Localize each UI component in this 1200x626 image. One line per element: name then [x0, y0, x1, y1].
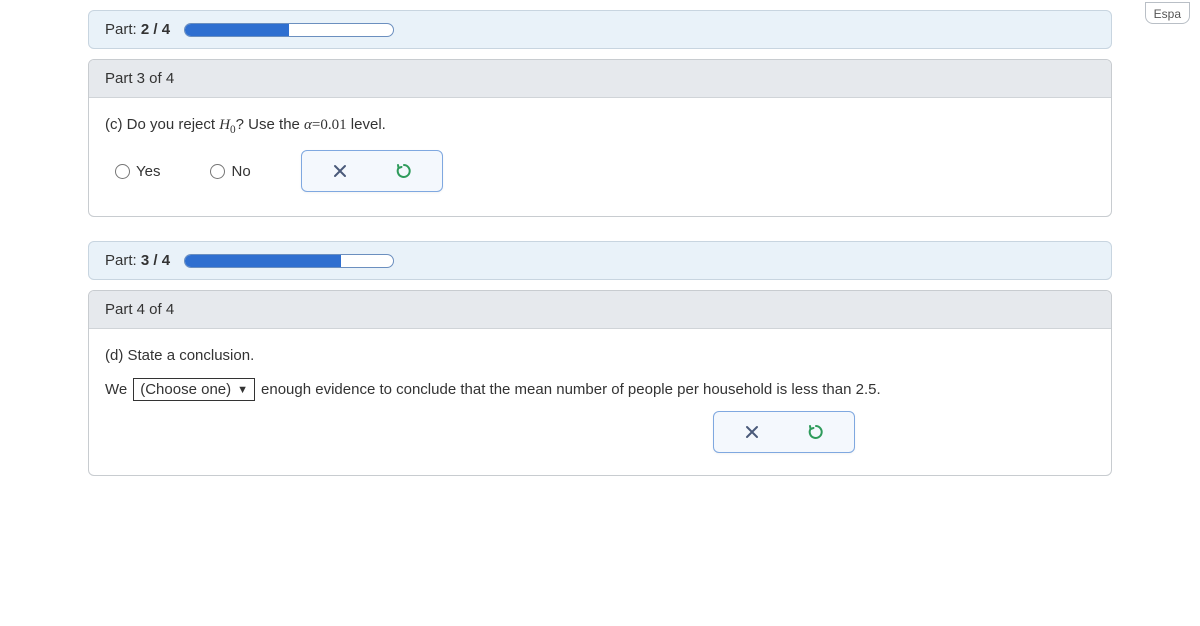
part-3-section: Part 3 of 4 (c) Do you reject H0? Use th…: [88, 59, 1112, 217]
part-3-header: Part 3 of 4: [89, 60, 1111, 98]
progress-fill-2: [185, 24, 289, 36]
reset-button-d[interactable]: [804, 420, 828, 444]
label-prefix: Part:: [105, 21, 141, 38]
select-placeholder: (Choose one): [140, 381, 231, 398]
tail-number: 2.5: [856, 381, 877, 398]
radio-yes[interactable]: Yes: [115, 163, 160, 180]
part-3-body: (c) Do you reject H0? Use the α=0.01 lev…: [89, 98, 1111, 216]
question-c-prefix: (c) Do you reject: [105, 116, 219, 133]
radio-no-input[interactable]: [210, 164, 225, 179]
part-3-header-text: Part 3 of 4: [105, 70, 174, 87]
progress-fill-3: [185, 255, 341, 267]
level-suffix: level.: [347, 116, 386, 133]
progress-bar-3: [184, 254, 394, 268]
part-progress-2: Part: 2 / 4: [88, 10, 1112, 49]
radio-yes-input[interactable]: [115, 164, 130, 179]
close-icon: [332, 163, 348, 179]
question-d-label: (d) State a conclusion.: [105, 347, 1095, 364]
close-icon: [744, 424, 760, 440]
label-value: 2 / 4: [141, 21, 170, 38]
we-prefix: We: [105, 381, 127, 398]
action-box-d: [713, 411, 855, 453]
label-prefix-3: Part:: [105, 252, 141, 269]
language-pill[interactable]: Espa: [1145, 2, 1190, 24]
question-c: (c) Do you reject H0? Use the α=0.01 lev…: [105, 116, 1095, 136]
part-progress-2-label: Part: 2 / 4: [105, 21, 170, 38]
choices-row: Yes No: [105, 150, 1095, 192]
radio-no-label: No: [231, 163, 250, 180]
question-c-mid: ? Use the: [236, 116, 304, 133]
radio-yes-label: Yes: [136, 163, 160, 180]
tail-text: enough evidence to conclude that the mea…: [261, 381, 856, 398]
conclusion-select[interactable]: (Choose one) ▼: [133, 378, 255, 401]
radio-no[interactable]: No: [210, 163, 250, 180]
clear-button-c[interactable]: [328, 159, 352, 183]
part-4-header-text: Part 4 of 4: [105, 301, 174, 318]
tail-period: .: [876, 381, 880, 398]
alpha-symbol: α: [304, 117, 312, 133]
reset-icon: [807, 423, 825, 441]
conclusion-tail: enough evidence to conclude that the mea…: [261, 381, 881, 398]
page-container: Part: 2 / 4 Part 3 of 4 (c) Do you rejec…: [0, 10, 1200, 476]
part-progress-3-label: Part: 3 / 4: [105, 252, 170, 269]
part-4-section: Part 4 of 4 (d) State a conclusion. We (…: [88, 290, 1112, 476]
conclusion-line: We (Choose one) ▼ enough evidence to con…: [105, 378, 1095, 401]
alpha-value: 0.01: [320, 117, 346, 133]
part-progress-3: Part: 3 / 4: [88, 241, 1112, 280]
bottom-actions-d: [89, 411, 871, 475]
h0-symbol: H0: [219, 117, 235, 133]
part-4-header: Part 4 of 4: [89, 291, 1111, 329]
chevron-down-icon: ▼: [237, 384, 248, 396]
reset-icon: [395, 162, 413, 180]
progress-bar-2: [184, 23, 394, 37]
language-label: Espa: [1154, 7, 1181, 21]
clear-button-d[interactable]: [740, 420, 764, 444]
part-4-body: (d) State a conclusion. We (Choose one) …: [89, 329, 1111, 411]
label-value-3: 3 / 4: [141, 252, 170, 269]
action-box-c: [301, 150, 443, 192]
reset-button-c[interactable]: [392, 159, 416, 183]
